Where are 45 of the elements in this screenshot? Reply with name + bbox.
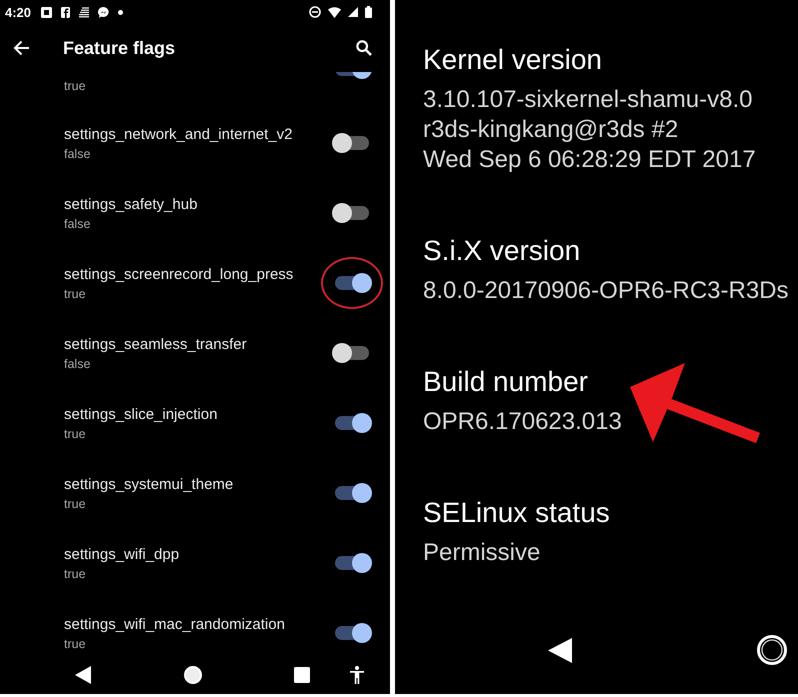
info-value: 8.0.0-20170906-OPR6-RC3-R3Ds — [423, 276, 789, 306]
status-time: 4:20 — [5, 4, 32, 20]
info-value: r3ds-kingkang@r3ds #2 — [423, 115, 678, 145]
flag-value: false — [64, 356, 90, 372]
flag-name: settings_screenrecord_long_press — [64, 266, 294, 284]
flag-name: settings_network_and_internet_v2 — [64, 126, 292, 144]
stacked-lines-icon — [79, 6, 90, 18]
battery-icon — [365, 6, 372, 18]
flag-value: false — [64, 216, 90, 232]
info-title: SELinux status — [423, 496, 610, 530]
dot-icon — [118, 10, 124, 14]
flag-name: settings_systemui_theme — [64, 476, 234, 494]
search-icon[interactable] — [356, 40, 372, 56]
back-triangle-icon[interactable] — [548, 638, 572, 662]
flag-value: true — [64, 426, 86, 442]
f-square-icon — [61, 6, 70, 18]
back-triangle-icon[interactable] — [75, 666, 91, 684]
info-value: Permissive — [423, 538, 540, 568]
flag-name: settings_safety_hub — [64, 196, 198, 214]
flag-value: true — [64, 286, 86, 302]
flag-name: settings_seamless_transfer — [64, 336, 247, 354]
flag-name: settings_slice_injection — [64, 406, 218, 424]
info-title: Build number — [423, 365, 588, 399]
flag-value: true — [64, 496, 86, 512]
home-circle-icon[interactable] — [184, 666, 202, 684]
minus-circle-icon — [309, 6, 321, 18]
info-title: S.i.X version — [423, 234, 580, 268]
info-value: OPR6.170623.013 — [423, 407, 622, 437]
chat-bubble-icon — [98, 6, 110, 18]
screen-title: Feature flags — [63, 38, 176, 58]
square-notification-icon — [41, 6, 52, 18]
signal-icon — [348, 7, 358, 17]
flag-name: settings_wifi_mac_randomization — [64, 616, 285, 634]
wifi-icon — [328, 6, 341, 18]
flag-value: true — [64, 78, 86, 94]
info-value: Wed Sep 6 06:28:29 EDT 2017 — [423, 145, 756, 175]
flag-value: true — [64, 636, 86, 652]
back-arrow-icon[interactable] — [13, 40, 30, 56]
flag-value: true — [64, 566, 86, 582]
home-circle-icon[interactable] — [757, 635, 787, 665]
accessibility-icon[interactable] — [350, 666, 364, 684]
info-value: 3.10.107-sixkernel-shamu-v8.0 — [423, 85, 752, 115]
info-title: Kernel version — [423, 43, 602, 77]
flag-value: false — [64, 146, 90, 162]
flag-name: settings_wifi_dpp — [64, 546, 180, 564]
